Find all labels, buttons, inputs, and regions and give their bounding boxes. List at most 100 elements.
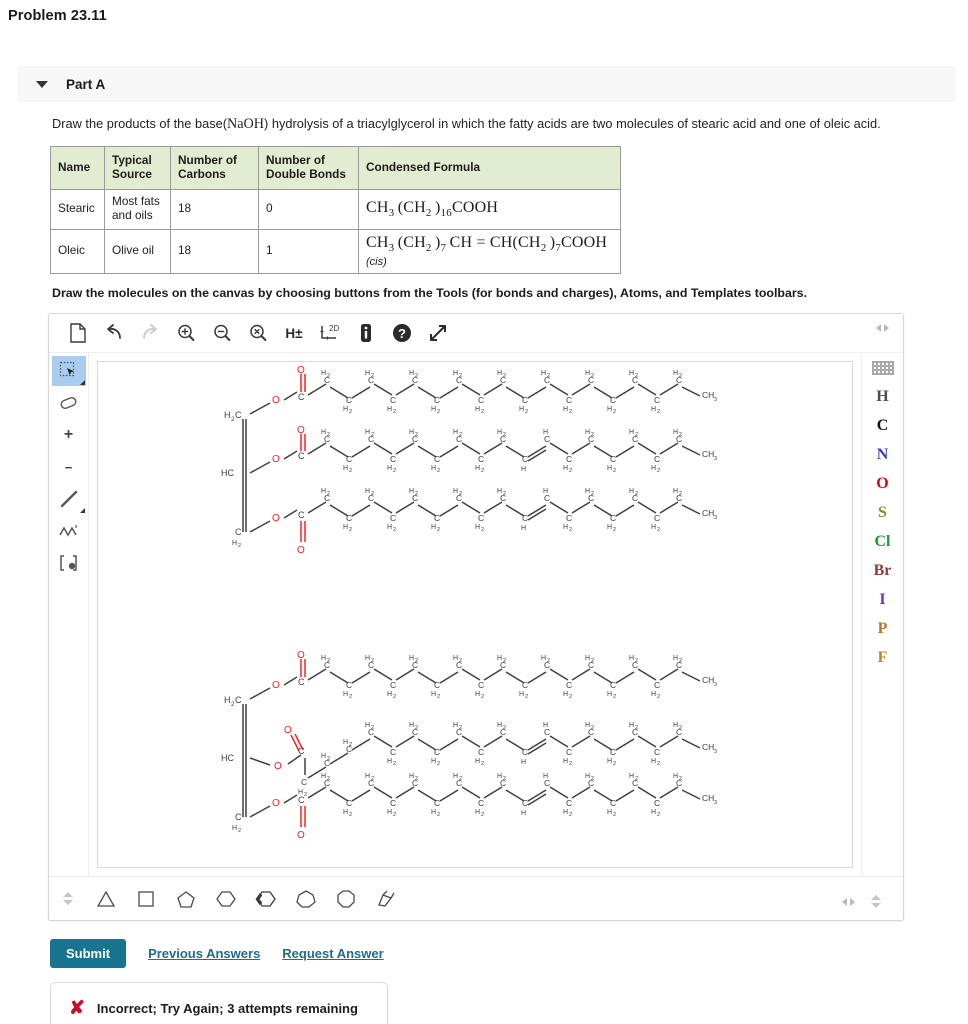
- atom-button-cl[interactable]: Cl: [866, 527, 900, 556]
- caret-down-icon[interactable]: [36, 80, 48, 88]
- eraser-tool[interactable]: [52, 388, 86, 418]
- pentagon-template[interactable]: [173, 886, 199, 912]
- redo-icon[interactable]: [139, 322, 161, 344]
- bracket-tool[interactable]: [52, 548, 86, 578]
- 3d-structure-template[interactable]: [373, 886, 399, 912]
- zoom-out-icon[interactable]: [211, 322, 233, 344]
- svg-text:2: 2: [679, 725, 682, 731]
- hexagon-template[interactable]: [213, 886, 239, 912]
- svg-text:C: C: [478, 454, 484, 464]
- editor-top-nav[interactable]: [876, 324, 889, 332]
- atom-button-c[interactable]: C: [866, 411, 900, 440]
- svg-text:C: C: [654, 513, 660, 523]
- svg-text:H: H: [629, 370, 634, 377]
- increase-charge-tool[interactable]: +: [52, 420, 86, 450]
- svg-text:H: H: [409, 655, 414, 662]
- hydrogen-toggle-icon[interactable]: H±: [283, 322, 305, 344]
- scroll-up-icon[interactable]: [63, 892, 73, 897]
- svg-text:3: 3: [714, 456, 717, 462]
- atom-button-o[interactable]: O: [866, 469, 900, 498]
- single-bond-tool[interactable]: [52, 484, 86, 514]
- scroll-down-icon[interactable]: [871, 903, 881, 908]
- svg-text:2: 2: [459, 725, 462, 731]
- svg-text:H: H: [409, 773, 414, 780]
- atom-button-i[interactable]: I: [866, 585, 900, 614]
- svg-text:2: 2: [437, 468, 440, 474]
- svg-text:H: H: [521, 466, 526, 473]
- molecule-editor[interactable]: H± 2D ? + − H C N O S Cl Br I P F H 2 C …: [48, 313, 904, 921]
- svg-text:2: 2: [393, 812, 396, 818]
- svg-text:C: C: [434, 395, 440, 405]
- scroll-down-icon[interactable]: [63, 900, 73, 905]
- svg-text:2: 2: [371, 373, 374, 379]
- svg-text:C: C: [610, 798, 616, 808]
- svg-text:C: C: [235, 695, 242, 705]
- template-pager[interactable]: [842, 897, 855, 906]
- atom-button-p[interactable]: P: [866, 614, 900, 643]
- svg-text:2: 2: [415, 373, 418, 379]
- submit-button[interactable]: Submit: [50, 939, 127, 968]
- part-label: Part A: [66, 76, 106, 92]
- svg-text:H: H: [563, 691, 568, 698]
- atom-button-h[interactable]: H: [866, 382, 900, 411]
- aromatic-hexagon-template[interactable]: [253, 886, 279, 912]
- cleanup-2d-icon[interactable]: 2D: [319, 322, 341, 344]
- svg-text:C: C: [434, 513, 440, 523]
- triangle-template[interactable]: [93, 886, 119, 912]
- plus-icon: +: [63, 426, 74, 443]
- svg-text:H: H: [543, 722, 548, 729]
- expand-icon[interactable]: [427, 322, 449, 344]
- canvas-scroll-stepper[interactable]: [871, 895, 881, 908]
- svg-text:2: 2: [459, 776, 462, 782]
- prev-arrow-icon[interactable]: [842, 897, 847, 906]
- template-stepper[interactable]: [63, 892, 73, 905]
- svg-text:2: 2: [635, 491, 638, 497]
- svg-text:2: 2: [525, 409, 528, 415]
- info-icon[interactable]: [355, 322, 377, 344]
- next-arrow-icon[interactable]: [884, 324, 889, 332]
- svg-text:2: 2: [591, 432, 594, 438]
- scroll-up-icon[interactable]: [871, 895, 881, 900]
- previous-answers-link[interactable]: Previous Answers: [148, 946, 260, 961]
- octagon-template[interactable]: [333, 886, 359, 912]
- atom-button-s[interactable]: S: [866, 498, 900, 527]
- svg-text:H: H: [541, 655, 546, 662]
- svg-text:C: C: [610, 395, 616, 405]
- chain-tool[interactable]: [52, 516, 86, 546]
- svg-text:C: C: [434, 747, 440, 757]
- undo-icon[interactable]: [103, 322, 125, 344]
- atom-button-f[interactable]: F: [866, 643, 900, 672]
- drawing-canvas[interactable]: H 2 C O O C CH2 CH2 CH2 CH2 C H 2 C H 2 …: [97, 361, 853, 868]
- editor-bottom-nav[interactable]: [842, 895, 887, 908]
- request-answer-link[interactable]: Request Answer: [282, 946, 383, 961]
- square-template[interactable]: [133, 886, 159, 912]
- zoom-reset-icon[interactable]: [247, 322, 269, 344]
- new-document-icon[interactable]: [67, 322, 89, 344]
- problem-page: Problem 23.11 Part A Draw the products o…: [0, 0, 968, 1024]
- zoom-in-icon[interactable]: [175, 322, 197, 344]
- heptagon-template[interactable]: [293, 886, 319, 912]
- svg-text:H: H: [475, 524, 480, 531]
- select-tool[interactable]: [51, 356, 86, 386]
- atom-button-n[interactable]: N: [866, 440, 900, 469]
- svg-text:2: 2: [393, 694, 396, 700]
- atom-button-br[interactable]: Br: [866, 556, 900, 585]
- svg-text:2: 2: [349, 812, 352, 818]
- svg-text:C: C: [434, 454, 440, 464]
- periodic-table-icon[interactable]: [871, 361, 894, 375]
- svg-text:C: C: [390, 747, 396, 757]
- svg-text:H: H: [387, 691, 392, 698]
- decrease-charge-tool[interactable]: −: [52, 452, 86, 482]
- svg-text:H: H: [321, 429, 326, 436]
- svg-text:H: H: [365, 722, 370, 729]
- svg-text:H: H: [607, 691, 612, 698]
- next-arrow-icon[interactable]: [850, 897, 855, 906]
- svg-text:H: H: [321, 753, 326, 760]
- svg-text:O: O: [297, 650, 305, 661]
- help-icon[interactable]: ?: [391, 322, 413, 344]
- svg-text:H: H: [409, 722, 414, 729]
- svg-text:2: 2: [481, 527, 484, 533]
- part-a-header[interactable]: Part A: [18, 66, 956, 102]
- svg-text:CH: CH: [702, 793, 714, 803]
- prev-arrow-icon[interactable]: [876, 324, 881, 332]
